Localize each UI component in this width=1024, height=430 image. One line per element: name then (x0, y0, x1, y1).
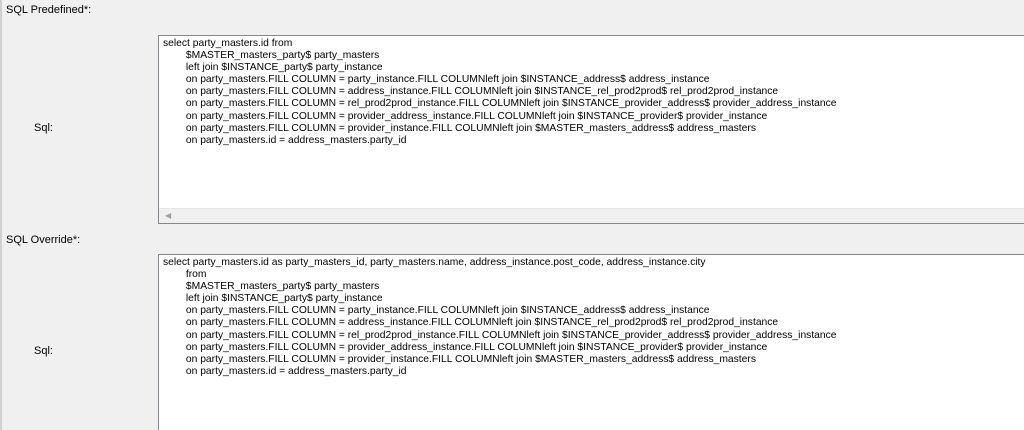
panel-left-border (0, 0, 2, 430)
scroll-left-arrow-icon[interactable]: ◀ (165, 211, 171, 221)
sql-predefined-label: Sql: (34, 122, 53, 134)
sql-override-title: SQL Override*: (6, 234, 81, 246)
sql-override-label: Sql: (34, 345, 53, 357)
sql-predefined-textarea[interactable]: select party_masters.id from $MASTER_mas… (158, 35, 1024, 224)
sql-settings-page: SQL Predefined*: Sql: select party_maste… (0, 0, 1024, 430)
sql-predefined-hscrollbar[interactable]: ◀ (159, 208, 1024, 223)
sql-predefined-text: select party_masters.id from $MASTER_mas… (163, 38, 837, 146)
sql-override-text: select party_masters.id as party_masters… (163, 257, 837, 377)
sql-predefined-title: SQL Predefined*: (6, 4, 92, 16)
sql-override-textarea[interactable]: select party_masters.id as party_masters… (158, 254, 1024, 430)
